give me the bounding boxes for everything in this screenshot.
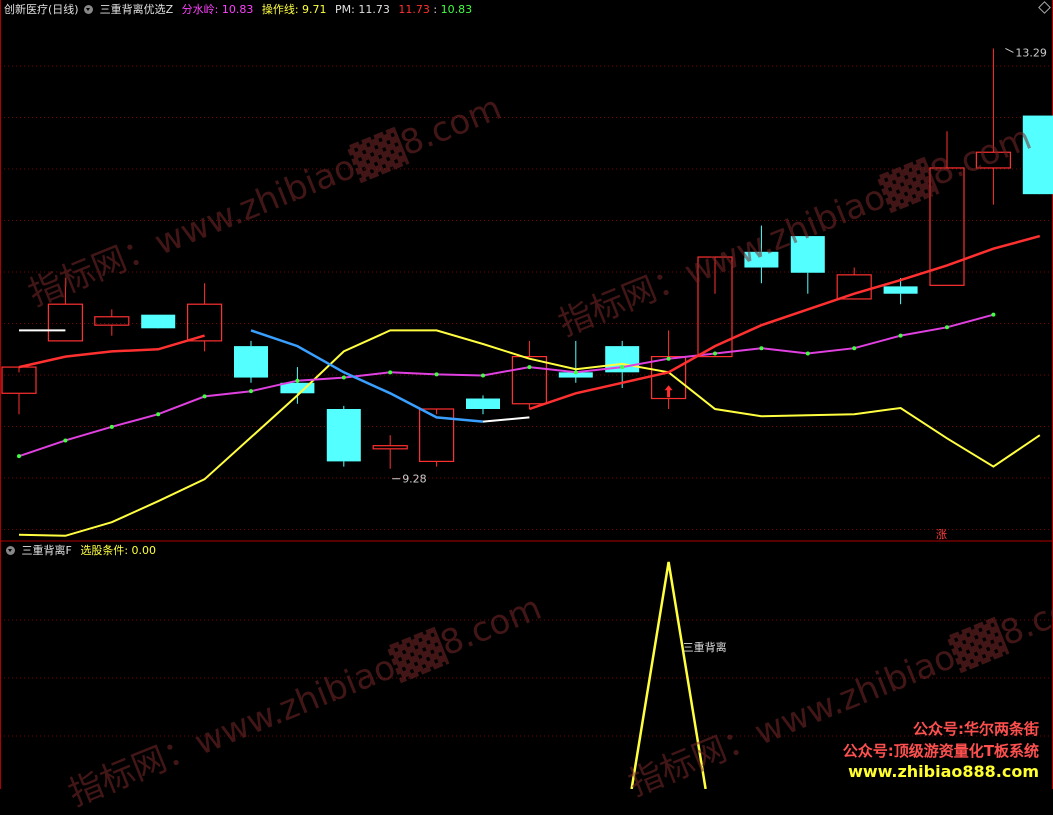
main-chart-header: 创新医疗(日线) 三重背离优选Z 分水岭: 10.83 操作线: 9.71 PM…	[4, 3, 473, 16]
candle-body	[929, 167, 965, 286]
mid-line-dot	[202, 394, 207, 399]
sub-chart-header: 三重背离F 选股条件: 0.00	[4, 543, 156, 559]
promo-line-1: 公众号:华尔两条街	[913, 720, 1039, 738]
mid-line-dot	[666, 356, 671, 361]
value-2: 10.83	[440, 3, 473, 16]
stock-title[interactable]: 创新医疗(日线)	[4, 3, 79, 16]
candle-body	[883, 286, 918, 294]
fsl-value: 10.83	[221, 3, 254, 16]
promo-line-2: 公众号:顶级游资量化T板系统	[842, 742, 1039, 760]
mid-line-dot	[573, 370, 578, 375]
cond-value: 0.00	[131, 544, 157, 557]
signal-label: 三重背离	[683, 640, 727, 654]
mid-line-dot	[156, 412, 161, 417]
signal-spike	[630, 561, 707, 789]
candle-body	[326, 409, 361, 462]
chart-canvas[interactable]: 9.28 13.29 涨三重背离	[0, 0, 1053, 789]
low-price-label: 9.28	[402, 473, 427, 486]
mid-line-dot	[527, 365, 532, 370]
mid-line	[18, 313, 994, 458]
candle-body	[975, 151, 1012, 169]
mid-line-dot	[945, 325, 949, 330]
mid-line-dot	[109, 424, 114, 429]
mid-line-dot	[434, 372, 439, 377]
cond-label: 选股条件:	[80, 544, 132, 557]
candle-body	[1022, 115, 1053, 195]
sub-indicator-name[interactable]: 三重背离F	[22, 544, 72, 557]
up-arrow-icon	[664, 385, 673, 398]
mid-line-dot	[852, 346, 857, 351]
blue-line	[250, 329, 484, 423]
mid-line-dot	[341, 375, 346, 380]
mid-line-dot	[63, 438, 68, 443]
czx-label: 操作线:	[261, 3, 303, 16]
rise-label: 涨	[936, 528, 947, 541]
pm-value: 11.73	[358, 3, 390, 16]
mid-line-dot	[295, 378, 300, 383]
candle-body	[94, 316, 130, 326]
candle-body	[47, 303, 84, 342]
candle-body	[790, 236, 825, 273]
mid-line-dot	[17, 454, 21, 459]
mid-line-dot	[620, 365, 625, 370]
candle-body	[141, 314, 176, 329]
mid-line-dot	[481, 373, 485, 378]
fsl-label: 分水岭:	[181, 3, 222, 16]
mid-line-dot	[759, 346, 764, 351]
mid-line-dot	[713, 351, 717, 356]
mid-line-dot	[388, 370, 393, 375]
mid-line-dot	[898, 333, 903, 338]
candle-body	[836, 274, 872, 300]
czx-value: 9.71	[302, 3, 327, 16]
yellow-line	[18, 329, 1041, 537]
mid-line-dot	[249, 389, 253, 394]
candle-body	[372, 445, 408, 450]
dropdown-icon[interactable]	[6, 546, 15, 555]
candle-body	[234, 346, 268, 378]
pm-label: PM:	[335, 3, 359, 16]
promo-url[interactable]: www.zhibiao888.com	[848, 762, 1039, 781]
mid-line-dot	[991, 312, 996, 317]
candle-body	[466, 398, 500, 409]
candle-body	[187, 303, 223, 342]
dropdown-icon[interactable]	[84, 5, 94, 14]
white-line	[482, 416, 530, 423]
candle-body	[744, 251, 779, 268]
high-pointer	[1005, 48, 1014, 53]
high-price-label: 13.29	[1015, 46, 1047, 59]
fsl-line	[18, 334, 205, 369]
value-1: 11.73	[398, 3, 430, 16]
mid-line-dot	[805, 351, 810, 356]
candle-body	[511, 356, 548, 405]
indicator-name[interactable]: 三重背离优选Z	[100, 3, 174, 16]
